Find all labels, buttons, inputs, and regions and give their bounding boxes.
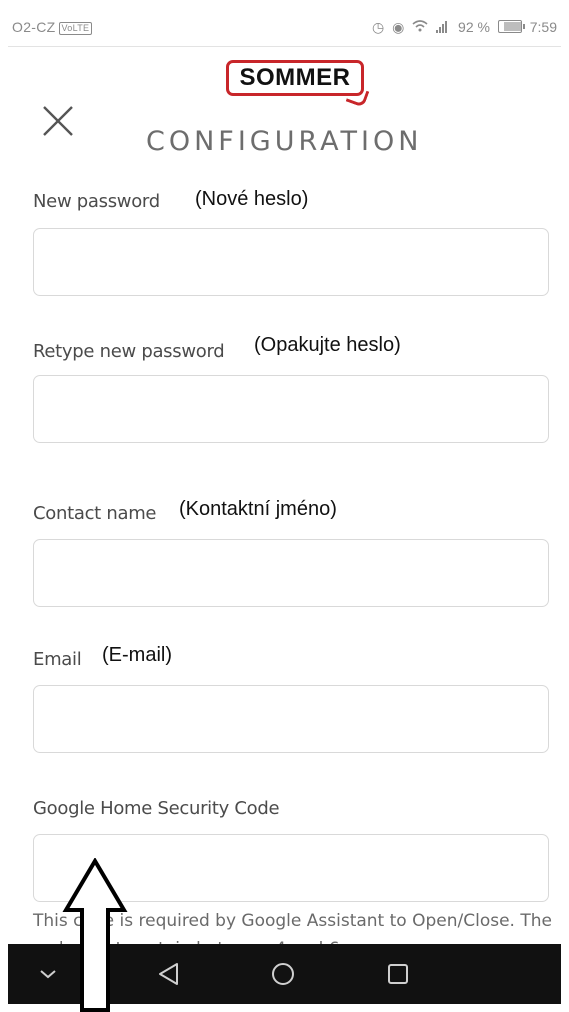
- retype-password-input[interactable]: [33, 375, 549, 443]
- new-password-note: (Nové heslo): [195, 188, 309, 210]
- close-button[interactable]: [38, 101, 78, 141]
- back-button[interactable]: [133, 944, 203, 1004]
- close-icon: [43, 106, 73, 136]
- battery-percent: 92 %: [458, 19, 490, 35]
- new-password-input[interactable]: [33, 228, 549, 296]
- annotation-arrow: [62, 858, 128, 1012]
- contact-name-input[interactable]: [33, 539, 549, 607]
- sommer-logo: SOMMER: [226, 60, 364, 96]
- home-button[interactable]: [248, 944, 318, 1004]
- eye-icon: ◉: [392, 19, 405, 35]
- carrier-name: O2-CZ VoLTE: [12, 19, 93, 35]
- email-label: Email: [33, 649, 82, 670]
- retype-password-label: Retype new password: [33, 341, 225, 362]
- contact-name-label: Contact name: [33, 503, 157, 524]
- battery-icon: [497, 20, 525, 33]
- recents-icon: [388, 964, 408, 984]
- retype-password-note: (Opakujte heslo): [254, 334, 401, 356]
- back-icon: [159, 963, 178, 985]
- signal-icon: [436, 21, 450, 33]
- google-home-code-label: Google Home Security Code: [33, 798, 280, 819]
- email-note: (E-mail): [102, 644, 172, 666]
- new-password-label: New password: [33, 191, 160, 212]
- status-icons: ◷ ◉ 92 % 7:59: [368, 19, 557, 36]
- wifi-icon: [412, 19, 432, 35]
- alarm-icon: ◷: [372, 19, 385, 35]
- page-title: CONFIGURATION: [146, 126, 423, 157]
- volte-badge: VoLTE: [58, 22, 93, 35]
- phone-screen: O2-CZ VoLTE ◷ ◉ 92 % 7:59 SOMMER CONFIGUR…: [8, 8, 561, 1004]
- contact-name-note: (Kontaktní jméno): [179, 498, 337, 520]
- clock: 7:59: [529, 19, 557, 35]
- home-icon: [272, 963, 294, 985]
- battery-level: [503, 22, 522, 31]
- email-input[interactable]: [33, 685, 549, 753]
- recents-button[interactable]: [363, 944, 433, 1004]
- status-bar: O2-CZ VoLTE ◷ ◉ 92 % 7:59: [8, 8, 561, 47]
- logo-accent-mark: [345, 85, 370, 108]
- logo-text: SOMMER: [239, 64, 351, 91]
